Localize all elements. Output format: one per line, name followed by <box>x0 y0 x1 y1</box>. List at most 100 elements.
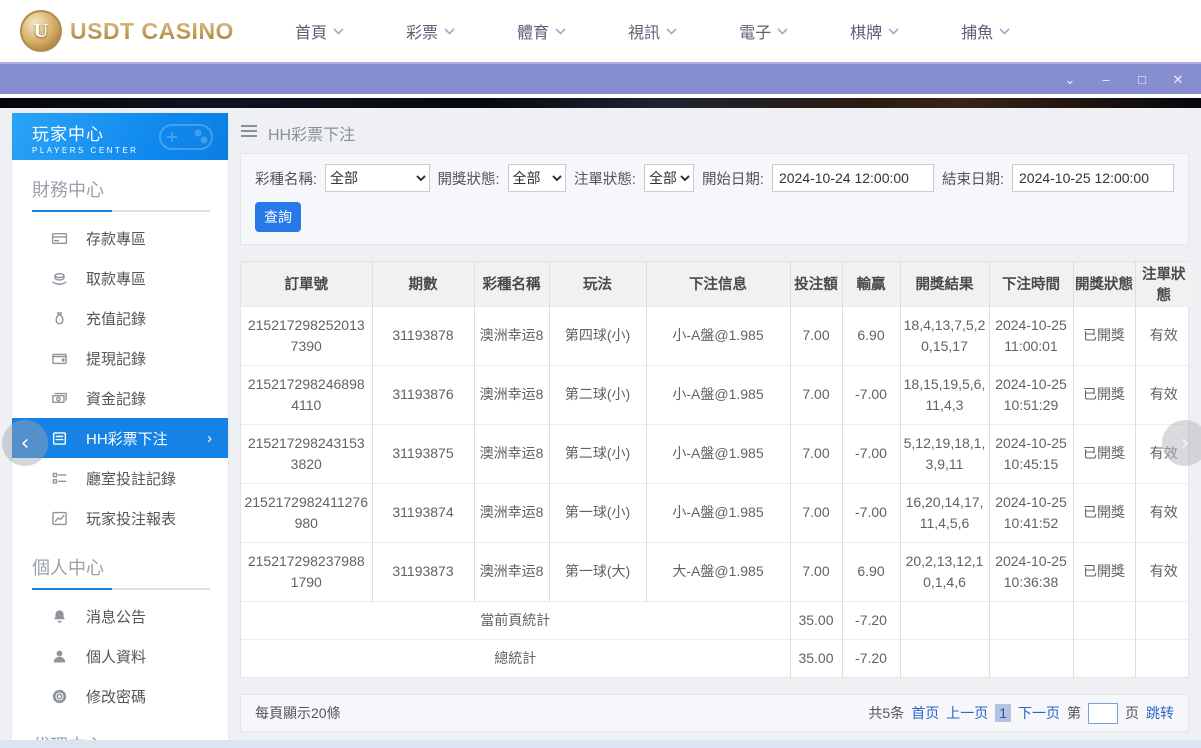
sidebar: 玩家中心 PLAYERS CENTER 財務中心 存款專區 取款專區 充值記錄 提現記錄… <box>12 113 228 740</box>
page-jump-input[interactable] <box>1088 702 1118 724</box>
cell-win-loss: -7.00 <box>842 364 901 424</box>
cell-bet-time: 2024-10-25 10:36:38 <box>989 541 1074 601</box>
draw-status-select[interactable]: 全部 <box>507 164 566 192</box>
sidebar-item-withdrawal-records[interactable]: 提現記錄 <box>12 338 228 378</box>
sidebar-item-label: 廳室投註記錄 <box>86 470 177 488</box>
nav-item-label: 捕魚 <box>961 25 994 42</box>
nav-item-label: 首頁 <box>295 25 328 42</box>
order-status-select[interactable]: 全部 <box>643 164 694 192</box>
nav-item-chess[interactable]: 棋牌 <box>850 19 899 43</box>
sidebar-item-player-bet-report[interactable]: 玩家投注報表 <box>12 498 228 538</box>
sidebar-item-label: 修改密碼 <box>86 688 147 706</box>
section-underline <box>32 588 210 590</box>
cell-bet-time: 2024-10-25 10:41:52 <box>989 482 1074 542</box>
total-count-text: 共5条 <box>868 705 905 721</box>
sidebar-collapse-button[interactable]: ‹ <box>2 420 48 466</box>
hand-coins-icon <box>50 269 68 287</box>
bets-table: 訂單號 期數 彩種名稱 玩法 下注信息 投注額 輸贏 開獎結果 下注時間 開獎狀態 注單狀態 215… <box>240 261 1192 678</box>
summary-label: 總統計 <box>241 638 791 677</box>
first-page-link[interactable]: 首页 <box>911 703 939 723</box>
sidebar-item-announcements[interactable]: 消息公告 <box>12 596 228 636</box>
prev-page-link[interactable]: 上一页 <box>946 703 988 723</box>
nav-item-sports[interactable]: 體育 <box>517 19 566 43</box>
summary-empty-cell <box>1073 638 1136 677</box>
sidebar-item-label: HH彩票下注 <box>86 430 168 448</box>
cell-bet-amount: 7.00 <box>790 482 843 542</box>
cell-bet-time: 2024-10-25 10:51:29 <box>989 364 1074 424</box>
summary-bet-amount: 35.00 <box>790 638 843 677</box>
summary-row: 總統計 35.00 -7.20 <box>241 638 1192 677</box>
sidebar-item-profile[interactable]: 個人資料 <box>12 636 228 676</box>
table-row: 2152172982520137390 31193878 澳洲幸运8 第四球(小) 小-… <box>241 305 1192 365</box>
cell-order-status: 有效 <box>1135 305 1192 365</box>
cell-order-status: 有效 <box>1135 541 1192 601</box>
nav-item-lottery[interactable]: 彩票 <box>406 19 455 43</box>
cell-order-status: 有效 <box>1135 482 1192 542</box>
nav-item-label: 彩票 <box>406 25 439 42</box>
cell-lottery-name: 澳洲幸运8 <box>474 482 550 542</box>
table-row: 2152172982468984110 31193876 澳洲幸运8 第二球(小) 小-… <box>241 364 1192 424</box>
next-page-link[interactable]: 下一页 <box>1018 703 1060 723</box>
cell-bet-amount: 7.00 <box>790 541 843 601</box>
gamepad-icon <box>154 117 218 160</box>
close-icon[interactable]: ✕ <box>1171 73 1185 86</box>
section-underline <box>32 210 210 212</box>
summary-label: 當前頁統計 <box>241 600 791 639</box>
summary-empty-cell <box>989 638 1074 677</box>
page-size-text: 每頁顯示20條 <box>255 705 341 721</box>
lottery-name-select[interactable]: 全部 <box>325 164 430 192</box>
sidebar-item-recharge-records[interactable]: 充值記錄 <box>12 298 228 338</box>
cell-draw-status: 已開獎 <box>1073 305 1136 365</box>
draw-status-label: 開獎狀態: <box>437 171 500 188</box>
maximize-icon[interactable]: □ <box>1135 73 1149 86</box>
summary-empty-cell <box>989 600 1074 639</box>
summary-empty-cell <box>900 638 990 677</box>
cell-draw-status: 已開獎 <box>1073 423 1136 483</box>
sidebar-item-label: 玩家投注報表 <box>86 510 177 528</box>
cell-play-type: 第一球(大) <box>549 541 647 601</box>
cell-draw-result: 18,4,13,7,5,20,15,17 <box>900 305 990 365</box>
sidebar-item-change-password[interactable]: 修改密碼 <box>12 676 228 716</box>
chevron-down-icon[interactable]: ⌄ <box>1063 73 1077 86</box>
order-status-label: 注單狀態: <box>573 171 636 188</box>
col-header-draw-result: 開獎結果 <box>900 262 990 306</box>
sidebar-item-label: 取款專區 <box>86 270 147 288</box>
col-header-win-loss: 輸贏 <box>842 262 901 306</box>
cell-period: 31193874 <box>372 482 475 542</box>
chevron-down-icon <box>444 27 455 35</box>
sidebar-item-label: 資金記錄 <box>86 390 147 408</box>
col-header-order-no: 訂單號 <box>241 262 373 306</box>
cell-lottery-name: 澳洲幸运8 <box>474 423 550 483</box>
start-date-input[interactable] <box>771 164 934 192</box>
jump-button[interactable]: 跳转 <box>1146 703 1174 723</box>
minimize-icon[interactable]: – <box>1099 73 1113 86</box>
query-button[interactable]: 查詢 <box>255 202 301 232</box>
cell-order-status: 有效 <box>1135 364 1192 424</box>
nav-item-electronic[interactable]: 電子 <box>739 19 788 43</box>
col-header-draw-status: 開獎狀態 <box>1073 262 1136 306</box>
banner-image <box>0 94 1201 108</box>
sidebar-item-deposit-zone[interactable]: 存款專區 <box>12 218 228 258</box>
end-date-input[interactable] <box>1012 164 1174 192</box>
pagination-bar: 每頁顯示20條 共5条 首页 上一页 1 下一页 第 页 跳转 <box>240 694 1189 732</box>
cell-lottery-name: 澳洲幸运8 <box>474 305 550 365</box>
hamburger-icon[interactable] <box>240 124 258 143</box>
sidebar-item-funds-records[interactable]: 資金記錄 <box>12 378 228 418</box>
nav-item-home[interactable]: 首頁 <box>295 19 344 43</box>
sidebar-section-personal-center: 個人中心 <box>32 558 104 578</box>
cell-bet-amount: 7.00 <box>790 423 843 483</box>
sidebar-item-room-bet-records[interactable]: 廳室投註記錄 <box>12 458 228 498</box>
logo[interactable]: U USDT CASINO <box>20 10 265 52</box>
person-icon <box>50 647 68 665</box>
moneybag-icon <box>50 309 68 327</box>
panel-next-button[interactable]: › <box>1162 420 1201 466</box>
sidebar-item-withdraw-zone[interactable]: 取款專區 <box>12 258 228 298</box>
nav-item-fishing[interactable]: 捕魚 <box>961 19 1010 43</box>
cell-bet-amount: 7.00 <box>790 305 843 365</box>
chevron-right-icon: › <box>207 429 212 447</box>
nav-item-video[interactable]: 視訊 <box>628 19 677 43</box>
col-header-bet-info: 下注信息 <box>646 262 791 306</box>
cell-bet-info: 小-A盤@1.985 <box>646 423 791 483</box>
cell-order-no: 2152172982468984110 <box>241 364 373 424</box>
sidebar-section-agent-center: 代理中心 <box>12 716 228 740</box>
